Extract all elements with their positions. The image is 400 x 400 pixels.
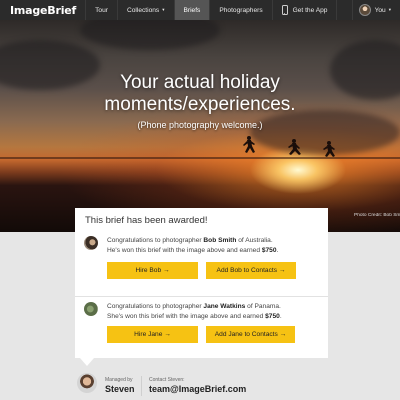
contact-email-link[interactable]: team@ImageBrief.com	[149, 384, 246, 394]
user-menu[interactable]: You ▾	[351, 0, 400, 20]
contact-label: Contact Steven:	[149, 377, 185, 383]
award-line-2: She's won this brief with the image abov…	[107, 313, 266, 320]
nav-collections-label: Collections	[126, 6, 160, 14]
award-end: .	[279, 313, 282, 320]
award-amount: $750	[265, 313, 280, 320]
award-heading: This brief has been awarded!	[85, 215, 208, 226]
nav-briefs[interactable]: Briefs	[173, 0, 210, 20]
photo-credit: Photo Credit: Bob Smith	[354, 213, 400, 218]
nav-collections[interactable]: Collections ▾	[116, 0, 174, 20]
hire-jane-button[interactable]: Hire Jane →	[107, 326, 198, 343]
winner-country: of Panama.	[245, 303, 281, 310]
manager-avatar	[77, 373, 97, 393]
manager-name: Steven	[105, 384, 135, 394]
imagebrief-logo[interactable]: ImageBrief	[0, 0, 85, 20]
add-bob-to-contacts-button[interactable]: Add Bob to Contacts →	[206, 262, 296, 279]
hero-image: Your actual holiday moments/experiences.…	[0, 20, 400, 232]
nav-get-the-app[interactable]: Get the App	[271, 0, 337, 20]
award-prefix: Congratulations to photographer	[107, 237, 204, 244]
hero-title-line-1: Your actual holiday	[120, 72, 280, 93]
award-line-2: He's won this brief with the image above…	[107, 247, 262, 254]
winner-name[interactable]: Bob Smith	[203, 237, 236, 244]
nav-spacer	[336, 0, 351, 20]
hero-title-line-2: moments/experiences.	[104, 94, 296, 115]
panel-pointer	[80, 358, 94, 366]
award-prefix: Congratulations to photographer	[107, 303, 204, 310]
nav-photographers[interactable]: Photographers	[209, 0, 271, 20]
nav-tour-label: Tour	[95, 6, 108, 14]
award-winner-row: Congratulations to photographer Bob Smit…	[75, 230, 328, 296]
nav-tour[interactable]: Tour	[85, 0, 117, 20]
manager-section: Managed by Steven Contact Steven: team@I…	[0, 366, 400, 400]
award-panel: This brief has been awarded! Congratulat…	[75, 208, 328, 358]
hire-bob-button[interactable]: Hire Bob →	[107, 262, 198, 279]
nav-photographers-label: Photographers	[219, 6, 263, 14]
award-message: Congratulations to photographer Bob Smit…	[107, 236, 322, 256]
award-amount: $750	[261, 247, 277, 254]
award-message: Congratulations to photographer Jane Wat…	[107, 302, 322, 322]
chevron-down-icon: ▾	[162, 7, 165, 12]
user-avatar	[358, 4, 371, 16]
nav-briefs-label: Briefs	[183, 6, 201, 14]
top-nav: ImageBrief Tour Collections ▾ Briefs Pho…	[0, 0, 400, 20]
user-menu-label: You	[374, 6, 386, 14]
phone-icon	[281, 5, 288, 15]
chevron-down-icon: ▾	[388, 7, 391, 12]
managed-by-label: Managed by	[105, 377, 133, 383]
hero-title: Your actual holiday moments/experiences.	[0, 72, 400, 116]
photographer-avatar	[84, 236, 98, 250]
award-winner-row: Congratulations to photographer Jane Wat…	[75, 296, 328, 358]
winner-country: of Australia.	[236, 237, 273, 244]
hero-subtitle: (Phone photography welcome.)	[137, 120, 263, 130]
nav-get-the-app-label: Get the App	[292, 6, 328, 14]
divider	[141, 376, 142, 396]
award-end: .	[276, 247, 279, 254]
winner-name[interactable]: Jane Watkins	[203, 303, 245, 310]
add-jane-to-contacts-button[interactable]: Add Jane to Contacts →	[206, 326, 295, 343]
photographer-avatar	[84, 302, 98, 316]
